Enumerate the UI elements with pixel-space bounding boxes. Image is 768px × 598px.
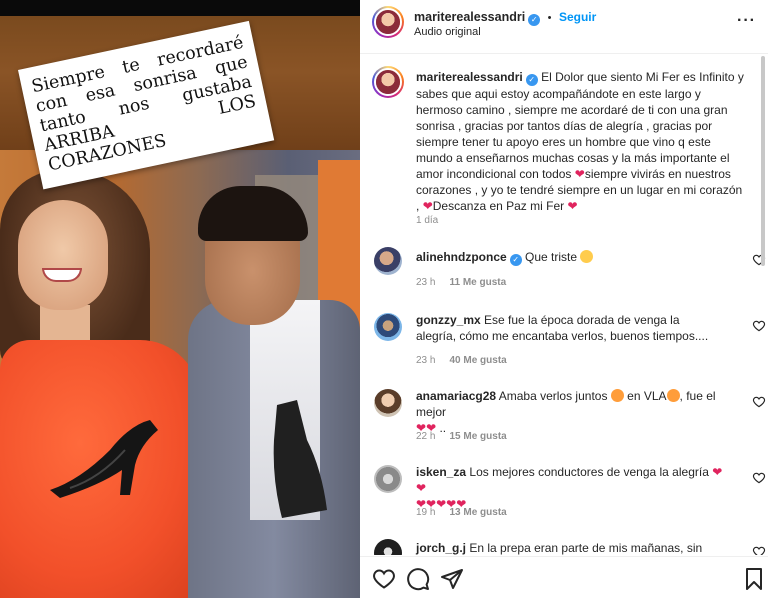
share-icon[interactable] (440, 567, 464, 591)
commenter-avatar[interactable] (374, 247, 402, 275)
comment-likes[interactable]: 15 Me gusta (449, 431, 506, 442)
high-heel-shoe (50, 420, 158, 498)
caption-time[interactable]: 1 día (416, 215, 438, 226)
author-avatar[interactable] (372, 66, 404, 98)
post-actions-bar (360, 556, 768, 598)
caption-text-3: Descanza en Paz mi Fer (432, 199, 565, 213)
comment-likes[interactable]: 11 Me gusta (449, 277, 506, 288)
more-options-icon[interactable]: ··· (737, 12, 756, 30)
commenter-username[interactable]: anamariacg28 (416, 389, 496, 403)
caption-text-1: El Dolor que siento Mi Fer es Infinito y… (416, 70, 744, 181)
heart-eyes-emoji-icon (666, 389, 680, 402)
comment-text: Los mejores conductores de venga la aleg… (469, 465, 709, 479)
follow-separator: • (547, 12, 552, 24)
scrollbar-thumb[interactable] (761, 56, 765, 266)
commenter-avatar[interactable] (374, 389, 402, 417)
author-avatar[interactable] (372, 6, 404, 38)
comment-likes[interactable]: 40 Me gusta (449, 355, 506, 366)
bookmark-icon[interactable] (742, 567, 766, 591)
commenter-avatar[interactable] (374, 539, 402, 555)
post-header: mariterealessandri ✓ • Seguir Audio origi… (360, 0, 768, 54)
comment-text: Amaba verlos juntos (498, 389, 608, 403)
comment-text-b: en VLA (627, 389, 667, 403)
woman-face (18, 200, 108, 310)
comment-time[interactable]: 23 h (416, 277, 435, 288)
verified-badge-icon: ✓ (509, 254, 522, 266)
commenter-avatar[interactable] (374, 313, 402, 341)
post-media[interactable]: Siempre te recordaré con esa sonrisa que… (0, 0, 360, 598)
comment-time[interactable]: 23 h (416, 355, 435, 366)
boot (273, 400, 327, 518)
commenter-username[interactable]: isken_za (416, 465, 466, 479)
red-heart-emoji-icon: ❤ (567, 199, 578, 213)
commenter-username[interactable]: jorch_g.j (416, 541, 466, 555)
heart-icon[interactable] (372, 567, 396, 591)
comment-likes[interactable]: 13 Me gusta (449, 507, 506, 518)
sad-face-emoji-icon (580, 250, 594, 263)
heart-eyes-emoji-icon (610, 389, 624, 402)
author-username[interactable]: mariterealessandri (414, 10, 525, 24)
comments-list[interactable]: mariterealessandri ✓ El Dolor que siento … (360, 55, 768, 555)
comments-scrollbar[interactable] (760, 56, 766, 556)
commenter-avatar[interactable] (374, 465, 402, 493)
follow-button[interactable]: Seguir (559, 10, 596, 24)
red-heart-emoji-icon: ❤ (422, 199, 433, 213)
comment-time[interactable]: 19 h (416, 507, 435, 518)
red-heart-emoji-icon: ❤ (574, 167, 585, 181)
comment-icon[interactable] (406, 567, 430, 591)
caption-username[interactable]: mariterealessandri (416, 70, 523, 84)
commenter-username[interactable]: gonzzy_mx (416, 313, 481, 327)
post-sidebar: mariterealessandri ✓ • Seguir Audio origi… (360, 0, 768, 598)
verified-badge-icon: ✓ (528, 14, 541, 26)
red-heart-emoji-icon: ❤ (712, 465, 723, 479)
media-top-bar (0, 0, 360, 16)
audio-label[interactable]: Audio original (414, 26, 481, 38)
comment-time[interactable]: 22 h (416, 431, 435, 442)
verified-badge-icon: ✓ (525, 74, 538, 86)
red-heart-emoji-icon: ❤ (416, 481, 427, 495)
comment-text: Que triste (525, 250, 578, 264)
commenter-username[interactable]: alinehndzponce (416, 250, 507, 264)
